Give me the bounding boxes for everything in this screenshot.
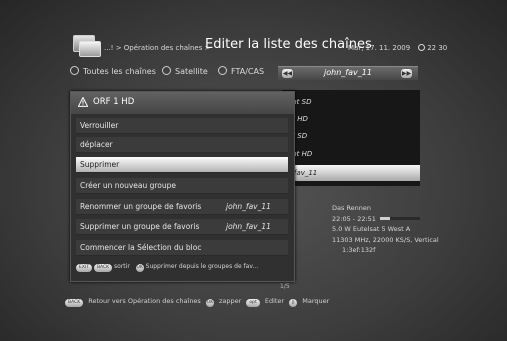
popup-footer: EXIT BACK sortir OK Supprimer depuis le …	[76, 263, 290, 277]
channel-list: tsat SD TV HD TV SD tsat HD n_fav_11	[282, 90, 420, 186]
menu-item-lock[interactable]: Verrouiller	[76, 118, 288, 134]
menu-item-block-select[interactable]: Commencer la Sélection du bloc	[76, 240, 288, 256]
filter-satellite-radio[interactable]: Satellite	[162, 66, 208, 76]
clock-icon	[418, 44, 426, 51]
radio-icon	[218, 66, 227, 75]
service-ids: 1:3ef:132f	[342, 246, 376, 254]
ok-hint: zapper	[218, 297, 242, 305]
fast-forward-icon[interactable]: ▶▶	[401, 69, 412, 78]
program-progress-bar	[379, 216, 420, 220]
warning-icon	[78, 97, 88, 107]
transponder-info: 11303 MHz, 22000 KS/S, Vertical	[332, 235, 439, 244]
program-info-panel: Das Rennen 22:05 - 22:51 5.0 W Eutelsat …	[332, 203, 439, 256]
page-counter: 1/5	[280, 283, 290, 290]
back-key-icon[interactable]: BACK	[65, 299, 84, 307]
menu-item-label: Supprimer un groupe de favoris	[80, 222, 200, 231]
key-hint-bar: BACK Retour vers Opération des chaînes O…	[65, 297, 332, 307]
program-title: Das Rennen	[332, 204, 372, 212]
filter-label: FTA/CAS	[231, 67, 265, 76]
menu-item-value: john_fav_11	[226, 222, 271, 231]
mark-hint: Marquer	[302, 297, 330, 305]
satellite-info: 5.0 W Eutelsat 5 West A	[332, 225, 411, 233]
menu-item-delete-group[interactable]: Supprimer un groupe de favoris john_fav_1…	[76, 219, 288, 235]
popup-header: ORF 1 HD	[71, 92, 294, 114]
menu-item-label: déplacer	[80, 140, 113, 149]
back-hint: Retour vers Opération des chaînes	[88, 297, 201, 305]
options-popup: ORF 1 HD Verrouiller déplacer Supprimer …	[70, 91, 295, 282]
page-title: Editer la liste des chaînes	[205, 37, 372, 52]
filter-label: Satellite	[175, 67, 208, 76]
opt-key-icon[interactable]: opt	[246, 299, 260, 307]
favorite-group-selector[interactable]: ◀◀ john_fav_11 ▶▶	[278, 66, 418, 80]
filter-label: Toutes les chaînes	[83, 67, 156, 76]
menu-item-label: Verrouiller	[80, 121, 119, 130]
favorite-group-name: john_fav_11	[324, 68, 372, 77]
program-time-row: 22:05 - 22:51	[332, 214, 439, 225]
channel-item[interactable]: tsat SD	[286, 94, 418, 110]
menu-item-label: Renommer un groupe de favoris	[80, 202, 202, 211]
date-time: Mar, 17. 11. 2009 22 30	[348, 44, 447, 52]
exit-key-icon[interactable]: EXIT	[76, 264, 93, 272]
channel-item[interactable]: TV SD	[286, 128, 418, 144]
filter-all-channels-radio[interactable]: Toutes les chaînes	[70, 66, 156, 76]
menu-item-rename-group[interactable]: Renommer un groupe de favoris john_fav_11	[76, 199, 288, 215]
menu-item-move[interactable]: déplacer	[76, 137, 288, 153]
time-label: 22 30	[427, 44, 448, 52]
menu-item-label: Supprimer	[80, 160, 120, 169]
menu-item-new-group[interactable]: Créer un nouveau groupe	[76, 178, 288, 194]
channel-list-icon	[73, 35, 101, 57]
menu-item-label: Créer un nouveau groupe	[80, 181, 177, 190]
filter-fta-cas-radio[interactable]: FTA/CAS	[218, 66, 264, 76]
menu-item-label: Commencer la Sélection du bloc	[80, 243, 202, 252]
menu-item-delete[interactable]: Supprimer	[76, 157, 288, 173]
channel-item[interactable]: tsat HD	[286, 146, 418, 162]
tv-screen: ...! > Opération des chaînes > Editer la…	[0, 0, 507, 341]
ok-key-icon[interactable]: OK	[205, 299, 214, 307]
ok-key-icon[interactable]: OK	[135, 264, 144, 272]
back-key-icon[interactable]: BACK	[93, 264, 113, 272]
channel-item-selected[interactable]: n_fav_11	[282, 165, 420, 181]
popup-title: ORF 1 HD	[93, 97, 135, 107]
menu-item-value: john_fav_11	[226, 202, 271, 211]
date-label: Mar, 17. 11. 2009	[348, 44, 411, 52]
radio-icon	[70, 66, 79, 75]
program-time: 22:05 - 22:51	[332, 214, 376, 223]
program-progress-fill	[379, 216, 390, 220]
pause-key-icon[interactable]: ||	[289, 299, 298, 307]
ok-hint: Supprimer depuis le groupes de fav...	[145, 263, 259, 270]
exit-hint: sortir	[114, 263, 130, 270]
breadcrumb: ...! > Opération des chaînes >	[104, 44, 211, 52]
channel-item[interactable]: TV HD	[286, 111, 418, 127]
radio-icon	[162, 66, 171, 75]
opt-hint: Editer	[264, 297, 285, 305]
